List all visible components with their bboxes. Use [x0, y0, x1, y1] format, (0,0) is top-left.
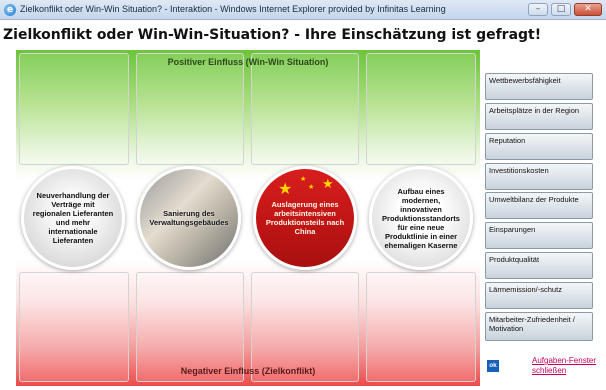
close-window-button[interactable]: ✕: [574, 3, 602, 16]
positive-dropzone-2[interactable]: [136, 53, 244, 165]
measure-card-office-renovation[interactable]: Sanierung des Verwaltungsgebäudes: [137, 166, 241, 270]
window-titlebar: e Zielkonflikt oder Win-Win Situation? -…: [0, 0, 606, 20]
close-task-window-link[interactable]: Aufgaben-Fenster schließen: [532, 356, 606, 376]
criterion-item[interactable]: Arbeitsplätze in der Region: [485, 103, 593, 130]
positive-dropzone-4[interactable]: [366, 53, 476, 165]
criterion-item[interactable]: Investitionskosten: [485, 163, 593, 190]
criterion-item[interactable]: Produktqualität: [485, 252, 593, 279]
card-label: Auslagerung eines arbeitsintensiven Prod…: [265, 200, 345, 236]
window-title: Zielkonflikt oder Win-Win Situation? - I…: [20, 4, 446, 14]
positive-dropzone-1[interactable]: [19, 53, 129, 165]
positive-dropzone-3[interactable]: [251, 53, 359, 165]
assessment-board: Positiver Einfluss (Win-Win Situation) N…: [16, 50, 480, 386]
measure-card-new-production-site[interactable]: Aufbau eines modernen, innovativen Produ…: [369, 166, 473, 270]
maximize-button[interactable]: □: [551, 3, 571, 16]
criterion-item[interactable]: Wettbewerbsfähigkeit: [485, 73, 593, 100]
measure-card-supplier-contracts[interactable]: Neuverhandlung der Verträge mit regional…: [21, 166, 125, 270]
criterion-item[interactable]: Reputation: [485, 133, 593, 160]
positive-label: Positiver Einfluss (Win-Win Situation): [167, 57, 329, 67]
card-label: Neuverhandlung der Verträge mit regional…: [32, 191, 114, 245]
criterion-item[interactable]: Umweltbilanz der Produkte: [485, 192, 593, 219]
page-title: Zielkonflikt oder Win-Win-Situation? - I…: [3, 27, 542, 43]
ok-button[interactable]: ok: [487, 360, 499, 372]
minimize-button[interactable]: –: [528, 3, 548, 16]
criterion-item[interactable]: Mitarbeiter-Zufriedenheit / Motivation: [485, 312, 593, 341]
negative-label: Negativer Einfluss (Zielkonflikt): [180, 366, 316, 376]
measure-card-outsourcing-china[interactable]: ★ ★ ★ ★ Auslagerung eines arbeitsintensi…: [253, 166, 357, 270]
ie-icon: e: [4, 4, 16, 16]
card-label: Sanierung des Verwaltungsgebäudes: [149, 209, 229, 227]
criterion-item[interactable]: Lärmemission/-schutz: [485, 282, 593, 309]
criterion-item[interactable]: Einsparungen: [485, 222, 593, 249]
card-label: Aufbau eines modernen, innovativen Produ…: [382, 186, 460, 250]
